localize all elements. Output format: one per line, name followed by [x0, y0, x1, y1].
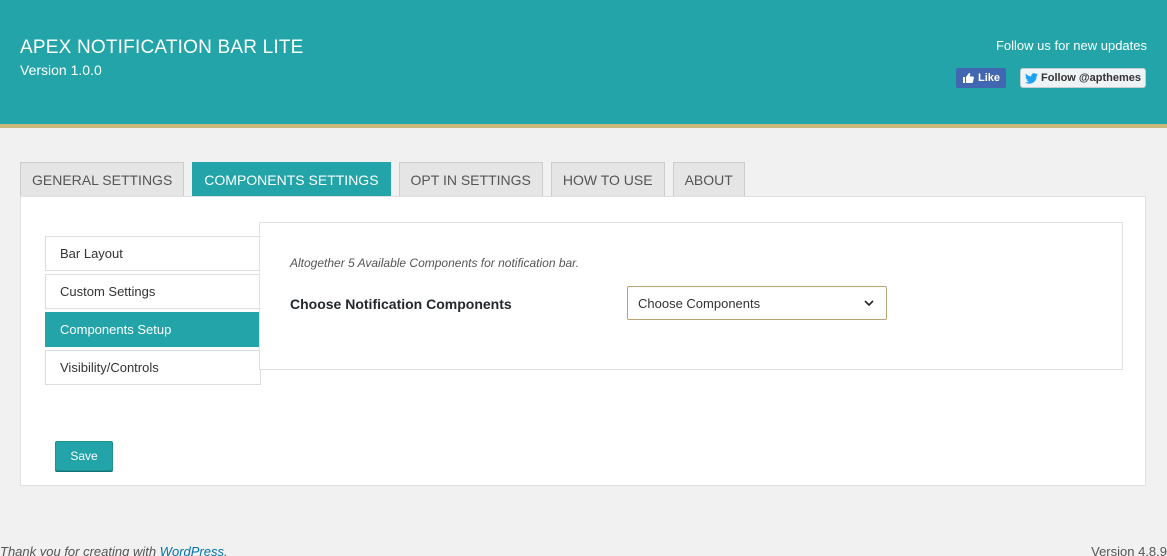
tab-general-settings[interactable]: GENERAL SETTINGS	[20, 162, 185, 197]
side-item-custom-settings[interactable]: Custom Settings	[45, 274, 261, 309]
wordpress-version: Version 4.8.9	[1091, 544, 1167, 556]
side-item-visibility-controls[interactable]: Visibility/Controls	[45, 350, 261, 385]
side-menu: Bar Layout Custom Settings Components Se…	[45, 236, 261, 388]
tab-components-settings[interactable]: COMPONENTS SETTINGS	[192, 162, 391, 197]
wordpress-link[interactable]: WordPress	[160, 544, 224, 556]
like-label: Like	[977, 72, 1000, 84]
tab-how-to-use[interactable]: HOW TO USE	[550, 162, 665, 197]
plugin-header: APEX NOTIFICATION BAR LITE Version 1.0.0…	[0, 0, 1167, 128]
side-item-bar-layout[interactable]: Bar Layout	[45, 236, 261, 271]
twitter-follow-button[interactable]: Follow @apthemes	[1020, 68, 1146, 88]
settings-panel: Bar Layout Custom Settings Components Se…	[20, 196, 1146, 486]
components-content: Altogether 5 Available Components for no…	[259, 222, 1123, 370]
thumbs-up-icon	[962, 73, 974, 83]
footer-thanks-prefix: Thank you for creating with	[0, 544, 160, 556]
plugin-version: Version 1.0.0	[20, 62, 102, 78]
components-select[interactable]: Choose Components	[627, 286, 887, 320]
components-select-value: Choose Components	[638, 295, 761, 311]
footer-thanks: Thank you for creating with WordPress.	[0, 544, 228, 556]
side-item-components-setup[interactable]: Components Setup	[45, 312, 261, 347]
available-components-note: Altogether 5 Available Components for no…	[290, 256, 580, 270]
save-button[interactable]: Save	[55, 441, 113, 471]
follow-text: Follow us for new updates	[995, 38, 1147, 53]
chevron-down-icon	[864, 300, 874, 307]
facebook-like-button[interactable]: Like	[956, 68, 1006, 88]
settings-tabs: GENERAL SETTINGS COMPONENTS SETTINGS OPT…	[20, 162, 753, 197]
twitter-bird-icon	[1025, 72, 1039, 84]
twitter-follow-label: Follow @apthemes	[1041, 72, 1141, 84]
tab-opt-in-settings[interactable]: OPT IN SETTINGS	[398, 162, 543, 197]
choose-components-label: Choose Notification Components	[290, 296, 512, 312]
footer-thanks-suffix: .	[224, 544, 228, 556]
plugin-title: APEX NOTIFICATION BAR LITE	[20, 37, 304, 58]
tab-about[interactable]: ABOUT	[672, 162, 745, 197]
